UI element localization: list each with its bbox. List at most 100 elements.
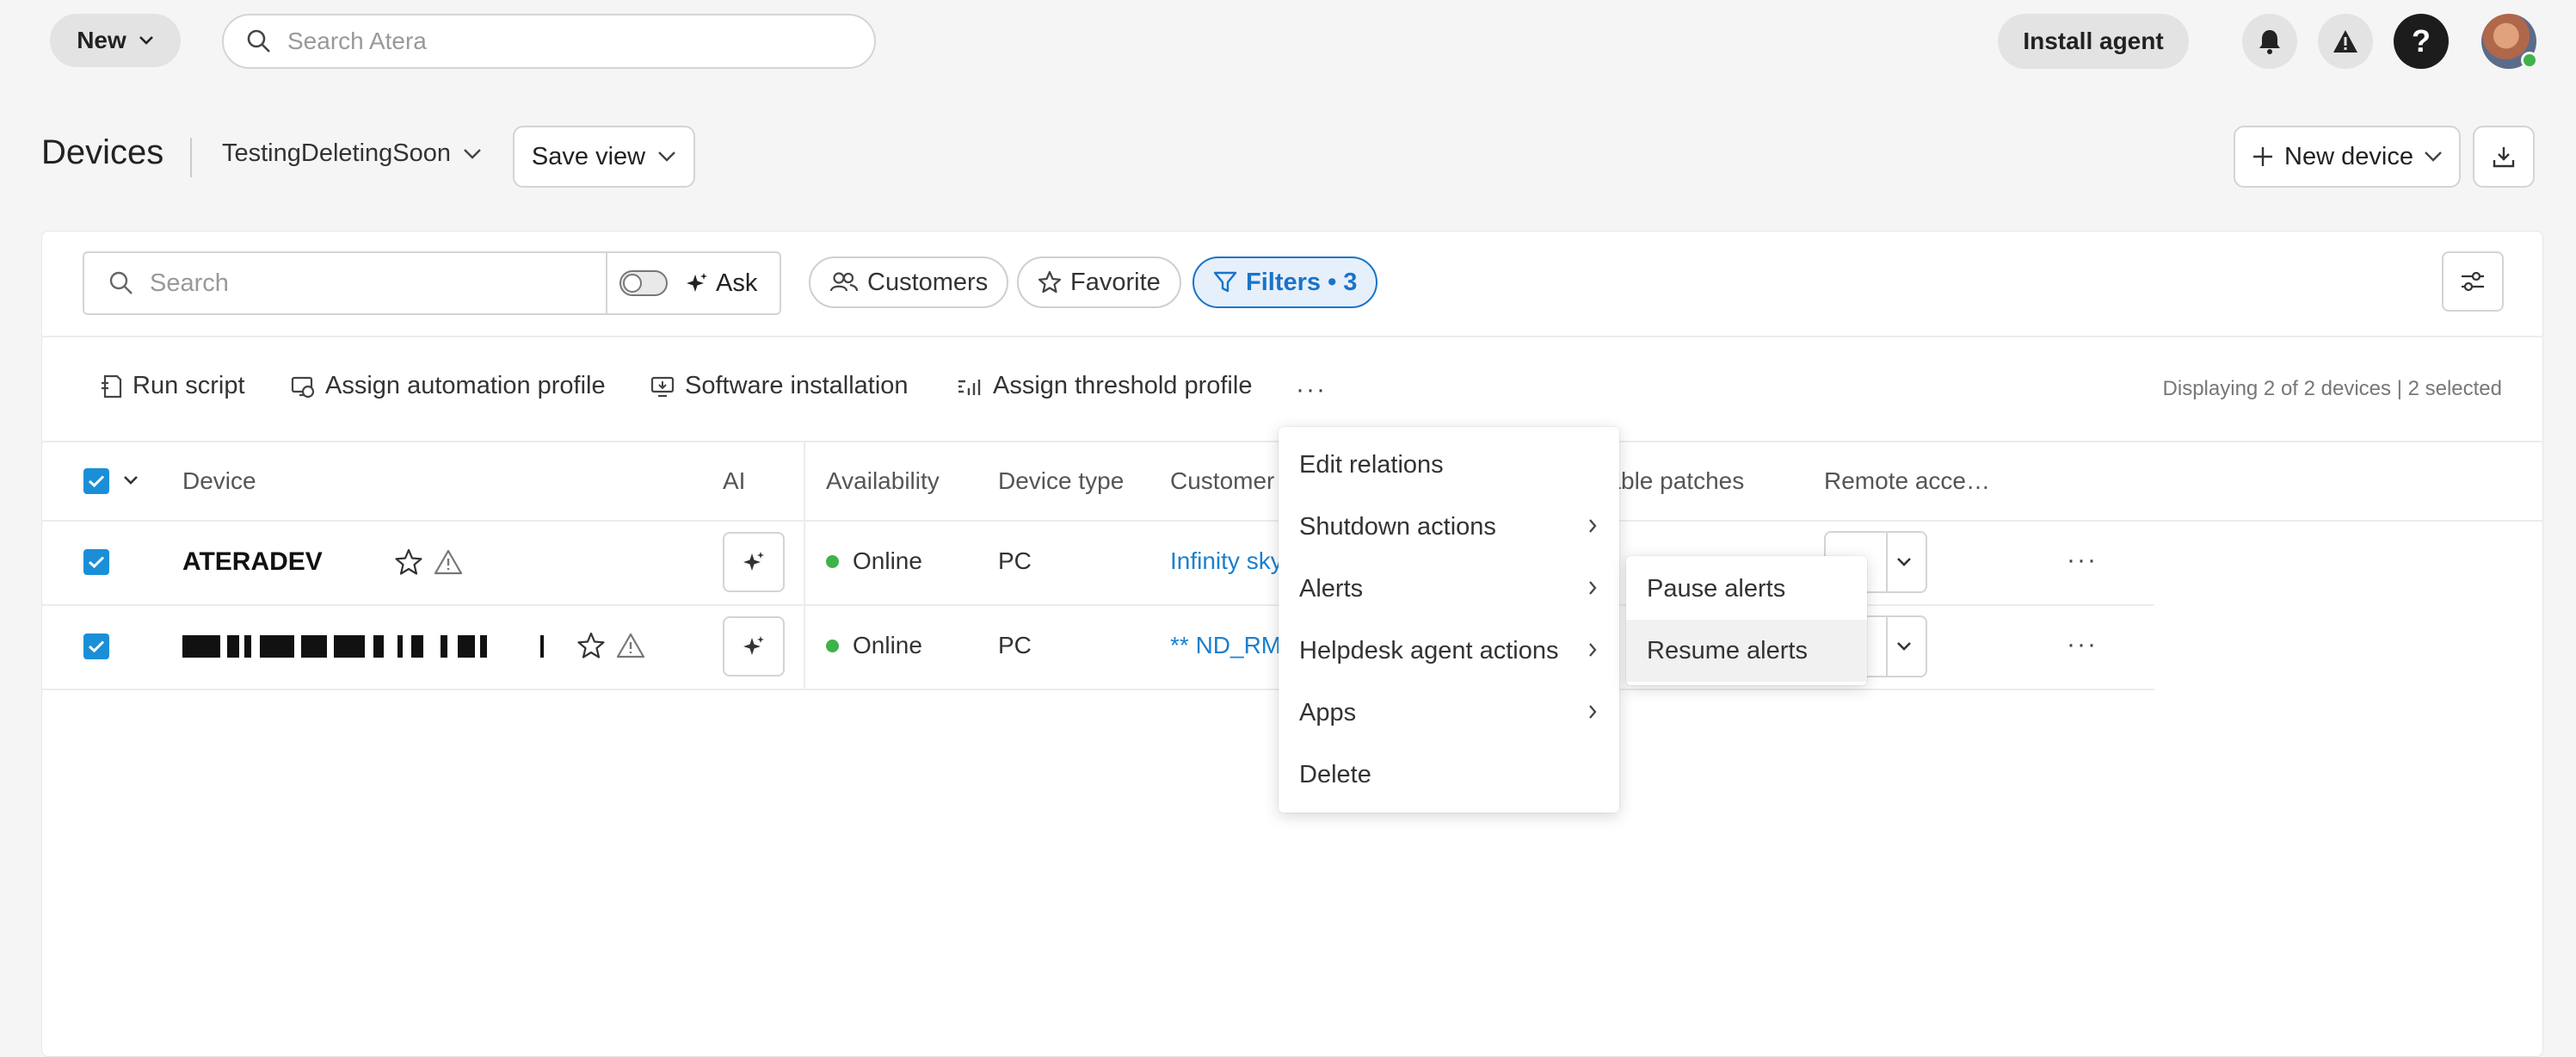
new-device-label: New device bbox=[2284, 142, 2413, 170]
software-installation-button[interactable]: Software installation bbox=[650, 372, 909, 400]
more-actions-button[interactable]: ··· bbox=[1296, 375, 1327, 405]
help-button[interactable]: ? bbox=[2394, 14, 2449, 69]
column-settings-button[interactable] bbox=[2442, 251, 2504, 312]
view-selector[interactable]: TestingDeletingSoon bbox=[222, 139, 482, 168]
customer-link[interactable]: ** ND_RM bbox=[1170, 632, 1281, 659]
filters-chip-label: Filters • 3 bbox=[1246, 268, 1358, 296]
ask-label: Ask bbox=[716, 269, 758, 297]
table-search-box[interactable]: Search Ask bbox=[83, 251, 781, 315]
column-header-ai[interactable]: AI bbox=[723, 467, 745, 495]
chevron-down-icon[interactable] bbox=[1895, 636, 1914, 657]
column-header-availability[interactable]: Availability bbox=[826, 467, 940, 495]
favorite-star-icon[interactable] bbox=[394, 548, 423, 576]
new-button[interactable]: New bbox=[50, 14, 181, 67]
table-search-input[interactable]: Search bbox=[108, 253, 229, 313]
menu-item-edit-relations[interactable]: Edit relations bbox=[1279, 434, 1619, 496]
toolbar-divider bbox=[41, 336, 2543, 337]
page-title: Devices bbox=[41, 133, 164, 171]
monitor-download-icon bbox=[650, 374, 675, 399]
menu-item-delete[interactable]: Delete bbox=[1279, 744, 1619, 806]
availability-label: Online bbox=[853, 547, 922, 574]
run-script-button[interactable]: Run script bbox=[100, 372, 245, 400]
ai-column-separator bbox=[804, 442, 805, 689]
menu-item-helpdesk-agent-actions[interactable]: Helpdesk agent actions bbox=[1279, 620, 1619, 682]
submenu-item-label: Resume alerts bbox=[1647, 636, 1808, 664]
plus-icon bbox=[2252, 145, 2274, 168]
filters-chip[interactable]: Filters • 3 bbox=[1192, 257, 1378, 308]
install-agent-label: Install agent bbox=[2023, 28, 2164, 54]
select-all-checkbox[interactable] bbox=[83, 468, 109, 494]
new-device-button[interactable]: New device bbox=[2234, 126, 2461, 188]
menu-item-label: Edit relations bbox=[1299, 450, 1444, 479]
favorite-chip[interactable]: Favorite bbox=[1017, 257, 1181, 308]
search-separator bbox=[606, 253, 607, 313]
header-divider bbox=[190, 138, 192, 177]
ai-assist-button[interactable] bbox=[723, 616, 785, 677]
check-icon bbox=[88, 555, 105, 569]
ask-ai-button[interactable]: Ask bbox=[685, 253, 757, 313]
customers-chip[interactable]: Customers bbox=[809, 257, 1009, 308]
users-icon bbox=[829, 271, 859, 294]
menu-item-alerts[interactable]: Alerts bbox=[1279, 558, 1619, 620]
warning-icon bbox=[2332, 28, 2359, 54]
submenu-item-pause-alerts[interactable]: Pause alerts bbox=[1626, 558, 1867, 620]
availability-cell: Online bbox=[826, 547, 922, 575]
install-agent-button[interactable]: Install agent bbox=[1998, 14, 2189, 69]
chevron-right-icon bbox=[1587, 578, 1599, 597]
column-header-customer[interactable]: Customer bbox=[1170, 467, 1274, 495]
assign-automation-profile-button[interactable]: Assign automation profile bbox=[291, 372, 606, 400]
star-icon bbox=[1038, 270, 1062, 294]
chevron-down-icon bbox=[139, 35, 154, 46]
alerts-button[interactable] bbox=[2318, 14, 2373, 69]
check-icon bbox=[88, 474, 105, 488]
row-checkbox[interactable] bbox=[83, 549, 109, 575]
device-type-cell: PC bbox=[998, 632, 1032, 658]
notifications-button[interactable] bbox=[2242, 14, 2297, 69]
online-status-dot bbox=[826, 639, 839, 652]
save-view-label: Save view bbox=[531, 142, 646, 170]
column-header-device-type[interactable]: Device type bbox=[998, 467, 1124, 495]
ai-assist-button[interactable] bbox=[723, 532, 785, 592]
customers-chip-label: Customers bbox=[867, 268, 989, 296]
view-name-label: TestingDeletingSoon bbox=[222, 139, 452, 167]
check-icon bbox=[88, 640, 105, 653]
new-button-label: New bbox=[77, 27, 126, 53]
menu-item-apps[interactable]: Apps bbox=[1279, 682, 1619, 744]
column-header-remote-access[interactable]: Remote acce… bbox=[1824, 467, 1990, 495]
search-icon bbox=[108, 270, 134, 296]
chevron-down-icon bbox=[2424, 151, 2443, 163]
redacted-device-name[interactable] bbox=[182, 635, 544, 658]
ask-ai-toggle[interactable] bbox=[619, 270, 668, 296]
column-header-device[interactable]: Device bbox=[182, 467, 256, 495]
availability-label: Online bbox=[853, 632, 922, 658]
search-icon bbox=[246, 28, 272, 54]
device-name-link[interactable]: ATERADEV bbox=[182, 547, 323, 577]
chevron-down-icon[interactable] bbox=[1895, 552, 1914, 572]
save-view-button[interactable]: Save view bbox=[513, 126, 695, 188]
chevron-right-icon bbox=[1587, 640, 1599, 659]
favorite-star-icon[interactable] bbox=[576, 632, 606, 659]
customer-link[interactable]: Infinity sky bbox=[1170, 547, 1283, 575]
row-more-button[interactable]: ··· bbox=[2067, 630, 2098, 659]
sparkle-icon bbox=[685, 271, 709, 295]
menu-item-shutdown-actions[interactable]: Shutdown actions bbox=[1279, 496, 1619, 558]
sliders-icon bbox=[2460, 270, 2486, 293]
row-checkbox[interactable] bbox=[83, 634, 109, 659]
chevron-right-icon bbox=[1587, 702, 1599, 721]
assign-automation-profile-label: Assign automation profile bbox=[325, 372, 606, 399]
row-more-button[interactable]: ··· bbox=[2067, 546, 2098, 575]
alerts-submenu: Pause alerts Resume alerts bbox=[1626, 556, 1867, 685]
more-actions-menu: Edit relations Shutdown actions Alerts H… bbox=[1279, 427, 1619, 813]
top-bar: New Search Atera Install agent ? bbox=[0, 0, 2576, 83]
export-button[interactable] bbox=[2473, 126, 2535, 188]
global-search-input[interactable]: Search Atera bbox=[222, 14, 876, 69]
row-divider bbox=[41, 689, 2154, 690]
online-status-dot bbox=[826, 554, 839, 568]
assign-threshold-profile-button[interactable]: Assign threshold profile bbox=[957, 372, 1252, 400]
software-installation-label: Software installation bbox=[685, 372, 909, 399]
menu-item-label: Apps bbox=[1299, 698, 1357, 726]
menu-item-label: Delete bbox=[1299, 760, 1371, 788]
select-menu-chevron-icon[interactable] bbox=[123, 475, 139, 485]
device-type-cell: PC bbox=[998, 547, 1032, 574]
submenu-item-resume-alerts[interactable]: Resume alerts bbox=[1626, 620, 1867, 682]
